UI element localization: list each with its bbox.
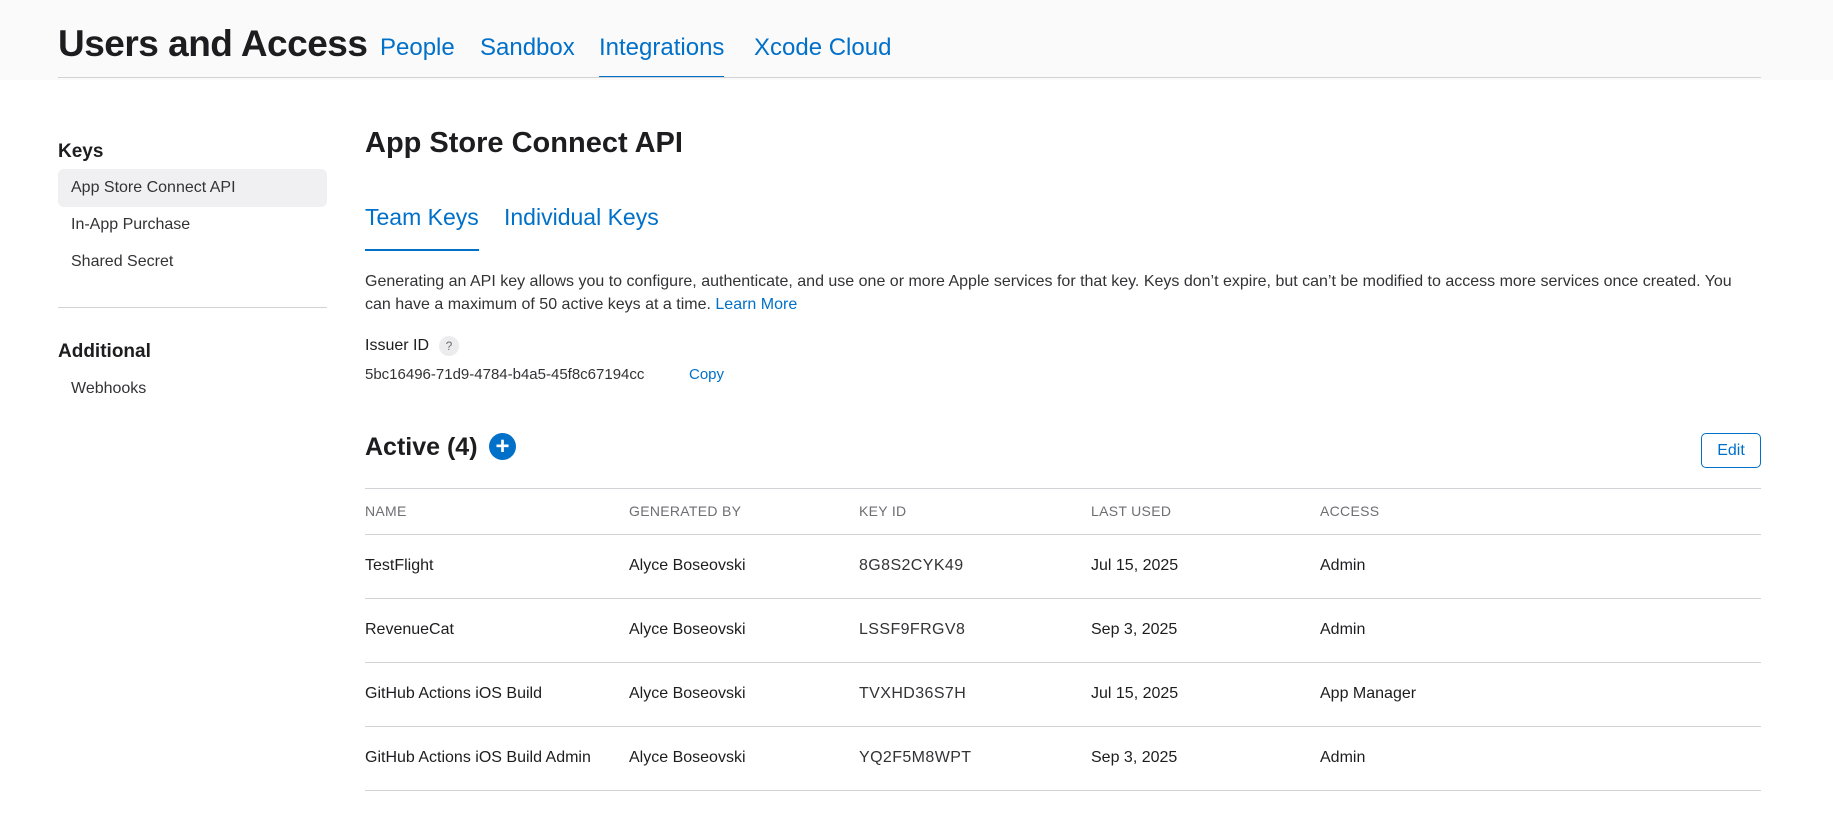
column-header-generated-by[interactable]: GENERATED BY xyxy=(629,489,741,534)
key-generated-by: Alyce Boseovski xyxy=(629,621,746,638)
column-header-key-id[interactable]: KEY ID xyxy=(859,489,906,534)
table-row[interactable]: GitHub Actions iOS Build Admin Alyce Bos… xyxy=(365,727,1761,791)
plus-circle-icon[interactable]: + xyxy=(489,433,516,460)
page-title: App Store Connect API xyxy=(365,127,683,159)
issuer-id-label: Issuer ID xyxy=(365,337,430,354)
sidebar-divider xyxy=(58,307,327,308)
key-generated-by: Alyce Boseovski xyxy=(629,557,746,574)
key-name: GitHub Actions iOS Build xyxy=(365,685,542,702)
key-name: GitHub Actions iOS Build Admin xyxy=(365,749,591,766)
key-access: Admin xyxy=(1320,557,1366,574)
column-header-access[interactable]: ACCESS xyxy=(1320,489,1379,534)
sidebar-item-in-app-purchase[interactable]: In-App Purchase xyxy=(58,206,327,244)
tab-individual-keys[interactable]: Individual Keys xyxy=(504,202,659,232)
tab-xcode-cloud[interactable]: Xcode Cloud xyxy=(754,33,891,63)
key-id: TVXHD36S7H xyxy=(859,685,967,702)
sidebar-item-app-store-connect-api[interactable]: App Store Connect API xyxy=(58,169,327,207)
column-header-last-used[interactable]: LAST USED xyxy=(1091,489,1171,534)
description-text: Generating an API key allows you to conf… xyxy=(365,273,1732,313)
learn-more-link[interactable]: Learn More xyxy=(715,296,797,313)
key-access: Admin xyxy=(1320,749,1366,766)
column-header-name[interactable]: NAME xyxy=(365,489,407,534)
keys-table: NAME GENERATED BY KEY ID LAST USED ACCES… xyxy=(365,488,1761,791)
edit-button[interactable]: Edit xyxy=(1701,433,1761,468)
tab-sandbox[interactable]: Sandbox xyxy=(480,33,575,63)
sidebar-heading-keys: Keys xyxy=(58,141,104,162)
key-access: App Manager xyxy=(1320,685,1417,702)
tab-team-keys[interactable]: Team Keys xyxy=(365,202,479,251)
key-generated-by: Alyce Boseovski xyxy=(629,749,746,766)
key-name: RevenueCat xyxy=(365,621,454,638)
key-last-used: Jul 15, 2025 xyxy=(1091,557,1179,574)
sidebar-heading-additional: Additional xyxy=(58,341,151,362)
app-title: Users and Access xyxy=(58,23,368,64)
tab-integrations[interactable]: Integrations xyxy=(599,33,725,78)
key-access: Admin xyxy=(1320,621,1366,638)
sidebar-item-webhooks[interactable]: Webhooks xyxy=(58,370,327,408)
table-row[interactable]: RevenueCat Alyce Boseovski LSSF9FRGV8 Se… xyxy=(365,599,1761,663)
key-last-used: Jul 15, 2025 xyxy=(1091,685,1179,702)
key-name: TestFlight xyxy=(365,557,434,574)
key-generated-by: Alyce Boseovski xyxy=(629,685,746,702)
api-key-description: Generating an API key allows you to conf… xyxy=(365,270,1735,316)
key-id: 8G8S2CYK49 xyxy=(859,557,964,574)
tab-people[interactable]: People xyxy=(380,33,455,63)
key-id: YQ2F5M8WPT xyxy=(859,749,972,766)
header-divider xyxy=(58,77,1761,78)
issuer-id-value: 5bc16496-71d9-4784-b4a5-45f8c67194cc xyxy=(365,366,645,383)
table-header: NAME GENERATED BY KEY ID LAST USED ACCES… xyxy=(365,488,1761,535)
key-id: LSSF9FRGV8 xyxy=(859,621,966,638)
active-keys-title: Active (4) xyxy=(365,433,478,461)
question-circle-icon[interactable]: ? xyxy=(439,336,459,356)
table-row[interactable]: GitHub Actions iOS Build Alyce Boseovski… xyxy=(365,663,1761,727)
table-row[interactable]: TestFlight Alyce Boseovski 8G8S2CYK49 Ju… xyxy=(365,535,1761,599)
key-last-used: Sep 3, 2025 xyxy=(1091,621,1178,638)
sidebar-item-shared-secret[interactable]: Shared Secret xyxy=(58,243,327,281)
key-last-used: Sep 3, 2025 xyxy=(1091,749,1178,766)
copy-issuer-id-button[interactable]: Copy xyxy=(689,365,724,385)
